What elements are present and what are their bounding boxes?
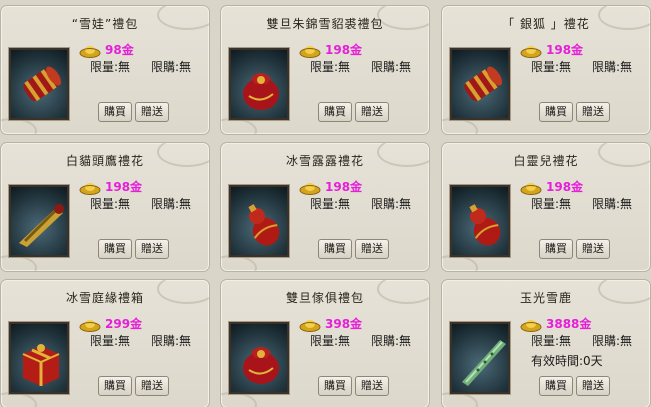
shop-item-card: 玉光雪鹿 3888金 限量:無 限購:無 有效時間:0天 購買 贈送 bbox=[441, 279, 651, 407]
limit-quantity: 限量:無 bbox=[310, 60, 351, 74]
limit-quantity: 限量:無 bbox=[531, 334, 572, 348]
buy-button[interactable]: 購買 bbox=[318, 376, 352, 396]
gold-ingot-icon bbox=[520, 317, 542, 332]
buy-button[interactable]: 購買 bbox=[98, 376, 132, 396]
gift-button[interactable]: 贈送 bbox=[135, 376, 169, 396]
limit-purchase: 限購:無 bbox=[592, 334, 633, 348]
gift-button[interactable]: 贈送 bbox=[355, 376, 389, 396]
red-gift-pouch-icon[interactable] bbox=[229, 322, 289, 394]
limit-purchase: 限購:無 bbox=[371, 197, 412, 211]
item-price: 198金 bbox=[546, 43, 584, 57]
shop-item-card: 雙旦傢俱禮包 398金 限量:無 限購:無 購買 贈送 bbox=[220, 279, 430, 407]
shop-item-card: 冰雪庭緣禮箱 299金 限量:無 限購:無 購買 贈送 bbox=[0, 279, 210, 407]
red-gift-box-icon[interactable] bbox=[9, 322, 69, 394]
item-name: 白貓頭鷹禮花 bbox=[65, 154, 144, 168]
item-name: 玉光雪鹿 bbox=[519, 291, 572, 305]
item-name: 冰雪庭緣禮箱 bbox=[65, 291, 144, 305]
gift-button[interactable]: 贈送 bbox=[135, 102, 169, 122]
shop-item-card: 白靈兒禮花 198金 限量:無 限購:無 購買 贈送 bbox=[441, 142, 651, 272]
gift-button[interactable]: 贈送 bbox=[355, 239, 389, 259]
gold-ingot-icon bbox=[299, 43, 321, 58]
item-price: 299金 bbox=[105, 317, 143, 331]
red-gourd-firework-icon[interactable] bbox=[450, 185, 510, 257]
gold-ingot-icon bbox=[299, 180, 321, 195]
golden-horn-firework-icon[interactable] bbox=[9, 185, 69, 257]
buy-button[interactable]: 購買 bbox=[539, 239, 573, 259]
limit-purchase: 限購:無 bbox=[592, 197, 633, 211]
gold-ingot-icon bbox=[79, 180, 101, 195]
item-price: 398金 bbox=[325, 317, 363, 331]
limit-quantity: 限量:無 bbox=[531, 197, 572, 211]
buy-button[interactable]: 購買 bbox=[539, 376, 573, 396]
red-gift-pouch-icon[interactable] bbox=[229, 48, 289, 120]
jade-flute-icon[interactable] bbox=[450, 322, 510, 394]
item-name: 雙旦傢俱禮包 bbox=[285, 291, 364, 305]
shop-item-card: 「 銀狐 」禮花 198金 限量:無 限購:無 購買 贈送 bbox=[441, 5, 651, 135]
buy-button[interactable]: 購買 bbox=[98, 102, 132, 122]
gift-button[interactable]: 贈送 bbox=[576, 239, 610, 259]
buy-button[interactable]: 購買 bbox=[318, 102, 352, 122]
gift-button[interactable]: 贈送 bbox=[576, 376, 610, 396]
shop-item-card: 冰雪露露禮花 198金 限量:無 限購:無 購買 贈送 bbox=[220, 142, 430, 272]
firecracker-bundle-icon[interactable] bbox=[450, 48, 510, 120]
limit-quantity: 限量:無 bbox=[90, 197, 131, 211]
gold-ingot-icon bbox=[79, 43, 101, 58]
item-price: 198金 bbox=[325, 180, 363, 194]
gold-ingot-icon bbox=[79, 317, 101, 332]
item-name: “雪娃”禮包 bbox=[71, 17, 139, 31]
item-name: 冰雪露露禮花 bbox=[285, 154, 364, 168]
gift-button[interactable]: 贈送 bbox=[135, 239, 169, 259]
buy-button[interactable]: 購買 bbox=[318, 239, 352, 259]
limit-purchase: 限購:無 bbox=[371, 60, 412, 74]
item-price: 3888金 bbox=[546, 317, 592, 331]
gold-ingot-icon bbox=[299, 317, 321, 332]
gold-ingot-icon bbox=[520, 180, 542, 195]
validity-period: 有效時間:0天 bbox=[531, 354, 603, 368]
buy-button[interactable]: 購買 bbox=[539, 102, 573, 122]
limit-quantity: 限量:無 bbox=[90, 60, 131, 74]
item-price: 98金 bbox=[105, 43, 134, 57]
buy-button[interactable]: 購買 bbox=[98, 239, 132, 259]
gold-ingot-icon bbox=[520, 43, 542, 58]
gift-button[interactable]: 贈送 bbox=[576, 102, 610, 122]
item-name: 「 銀狐 」禮花 bbox=[502, 17, 590, 31]
firecracker-bundle-icon[interactable] bbox=[9, 48, 69, 120]
item-name: 白靈兒禮花 bbox=[513, 154, 579, 168]
item-price: 198金 bbox=[105, 180, 143, 194]
limit-quantity: 限量:無 bbox=[310, 197, 351, 211]
limit-purchase: 限購:無 bbox=[151, 334, 192, 348]
shop-item-card: “雪娃”禮包 98金 限量:無 限購:無 購買 贈送 bbox=[0, 5, 210, 135]
limit-purchase: 限購:無 bbox=[151, 197, 192, 211]
gift-button[interactable]: 贈送 bbox=[355, 102, 389, 122]
limit-purchase: 限購:無 bbox=[371, 334, 412, 348]
item-price: 198金 bbox=[325, 43, 363, 57]
limit-purchase: 限購:無 bbox=[151, 60, 192, 74]
item-price: 198金 bbox=[546, 180, 584, 194]
limit-quantity: 限量:無 bbox=[310, 334, 351, 348]
item-name: 雙旦朱錦雪貂裘禮包 bbox=[266, 17, 384, 31]
red-gourd-firework-icon[interactable] bbox=[229, 185, 289, 257]
shop-grid: “雪娃”禮包 98金 限量:無 限購:無 購買 贈送 雙旦朱錦雪貂裘禮包 198… bbox=[0, 0, 651, 407]
limit-quantity: 限量:無 bbox=[90, 334, 131, 348]
limit-quantity: 限量:無 bbox=[531, 60, 572, 74]
limit-purchase: 限購:無 bbox=[592, 60, 633, 74]
shop-item-card: 雙旦朱錦雪貂裘禮包 198金 限量:無 限購:無 購買 贈送 bbox=[220, 5, 430, 135]
shop-item-card: 白貓頭鷹禮花 198金 限量:無 限購:無 購買 贈送 bbox=[0, 142, 210, 272]
